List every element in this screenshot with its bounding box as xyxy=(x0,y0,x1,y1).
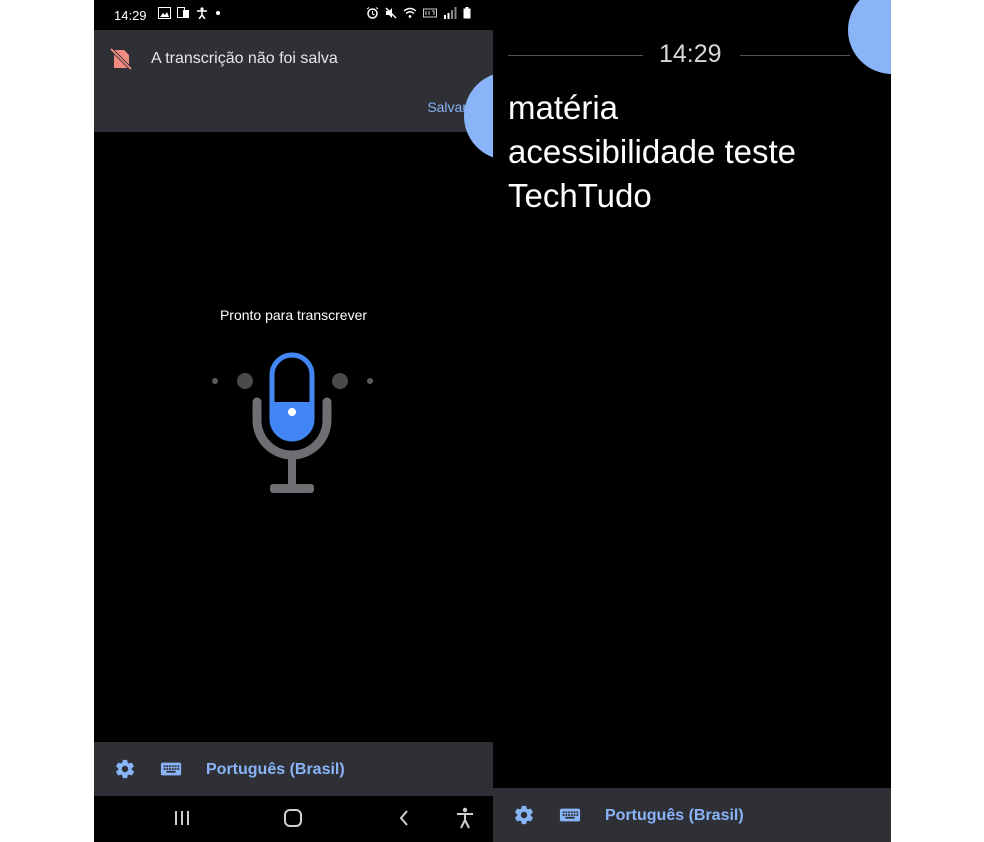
battery-icon xyxy=(463,7,471,19)
back-icon[interactable] xyxy=(396,806,412,830)
keyboard-icon[interactable] xyxy=(160,758,182,780)
no-save-icon xyxy=(109,47,133,71)
transcript-text: matéria acessibilidade teste TechTudo xyxy=(508,89,797,214)
signal-icon xyxy=(444,7,457,19)
home-icon[interactable] xyxy=(282,806,304,830)
cast-icon xyxy=(177,7,189,18)
accessibility-icon[interactable] xyxy=(455,806,475,830)
bottom-bar: Português (Brasil) xyxy=(493,788,891,842)
level-dot xyxy=(212,378,218,384)
clock-time: 14:29 xyxy=(659,40,722,68)
transcribe-screen-right: 14:29 matéria acessibilidade teste TechT… xyxy=(493,0,891,842)
gear-icon[interactable] xyxy=(513,804,535,826)
gear-icon[interactable] xyxy=(114,758,136,780)
banner-message: A transcrição não foi salva xyxy=(151,50,338,67)
status-icons-left xyxy=(158,7,222,19)
gallery-icon xyxy=(158,7,171,19)
mic-icon[interactable] xyxy=(202,350,382,500)
alarm-icon xyxy=(366,7,379,19)
nav-bar xyxy=(94,796,493,842)
transcribe-screen-left: 14:29 A transcrição não foi salva Salvar… xyxy=(94,0,493,842)
clock-divider-left xyxy=(508,55,643,56)
ready-label: Pronto para transcrever xyxy=(219,307,368,323)
language-selector[interactable]: Português (Brasil) xyxy=(605,807,744,825)
volte-icon xyxy=(423,8,437,18)
status-bar: 14:29 xyxy=(94,0,493,30)
level-dot xyxy=(332,373,348,389)
save-button[interactable]: Salvar xyxy=(427,99,467,115)
wifi-icon xyxy=(403,7,417,18)
status-time: 14:29 xyxy=(114,8,147,23)
keyboard-icon[interactable] xyxy=(559,804,581,826)
mute-icon xyxy=(385,7,397,19)
level-dot xyxy=(367,378,373,384)
bottom-bar: Português (Brasil) xyxy=(94,742,493,796)
status-icons-right xyxy=(366,7,471,19)
language-selector[interactable]: Português (Brasil) xyxy=(206,761,345,779)
level-dot xyxy=(237,373,253,389)
unsaved-banner: A transcrição não foi salva Salvar xyxy=(94,30,493,132)
person-icon xyxy=(197,7,207,19)
recent-apps-icon[interactable] xyxy=(173,806,191,830)
clock-divider-right xyxy=(740,55,850,56)
corner-accent xyxy=(848,0,891,74)
dot-icon xyxy=(216,11,220,15)
